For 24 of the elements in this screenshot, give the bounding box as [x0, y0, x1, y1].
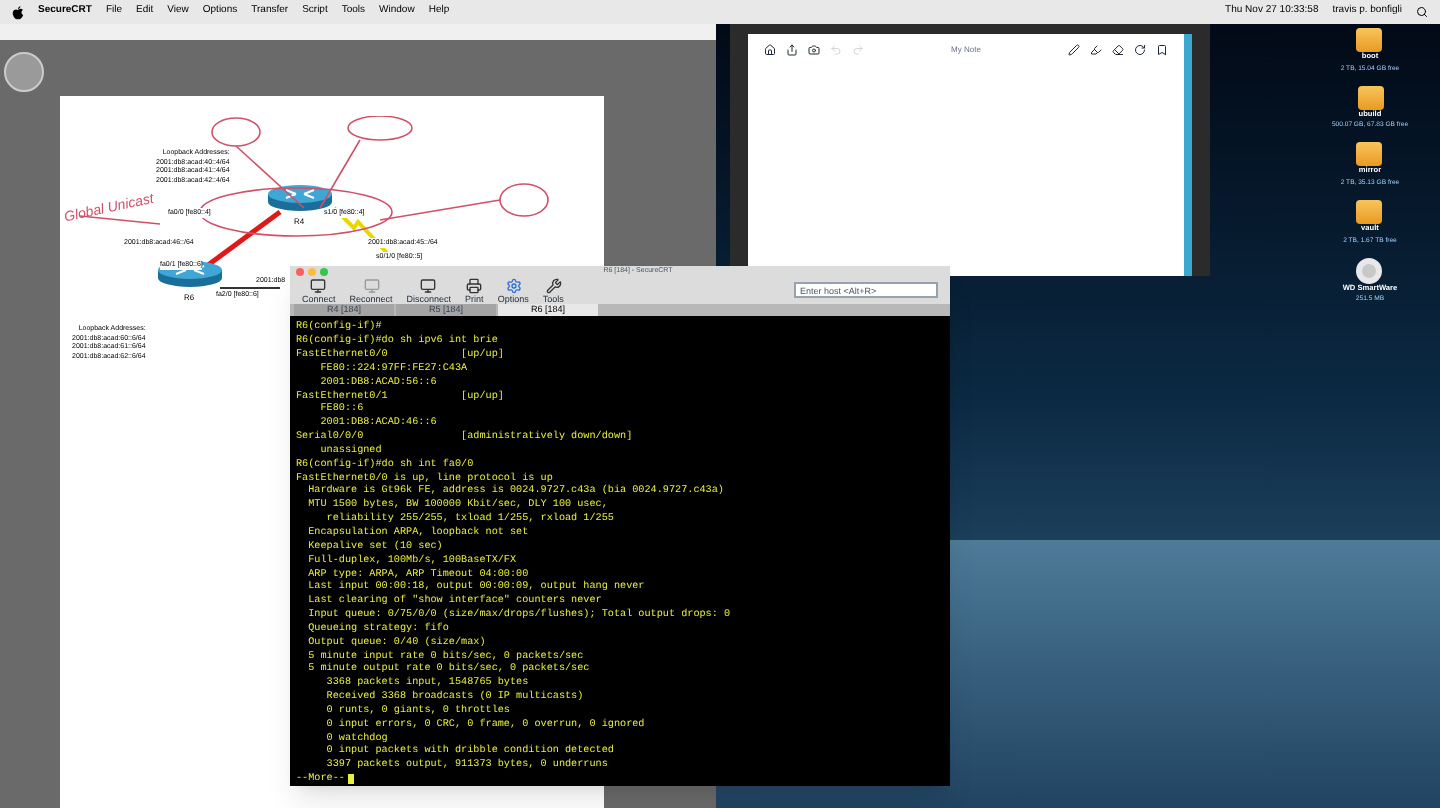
cursor: [348, 774, 355, 785]
toolbar-icon: [545, 277, 562, 294]
logo-icon: [4, 52, 44, 92]
toolbar-icon: [505, 277, 522, 294]
toolbar-icon[interactable]: [1156, 44, 1168, 56]
toolbar-icon[interactable]: [764, 44, 776, 56]
toolbar-icon[interactable]: [1134, 44, 1146, 56]
toolbar-icon: [310, 277, 327, 294]
link-line: [220, 284, 280, 292]
toolbar-icon: [466, 277, 483, 294]
search-icon[interactable]: [1416, 6, 1428, 18]
drive-icon[interactable]: [1356, 142, 1383, 167]
drive-icon[interactable]: [1357, 85, 1383, 110]
toolbar-icon[interactable]: [808, 44, 820, 56]
toolbar-icon[interactable]: [1090, 44, 1102, 56]
drive-icon[interactable]: [1356, 199, 1383, 224]
router-icon: [266, 184, 334, 212]
drive-icon[interactable]: [1356, 28, 1383, 52]
toolbar-icon[interactable]: [1112, 44, 1124, 56]
toolbar-icon: [363, 277, 380, 294]
toolbar-icon[interactable]: [1068, 44, 1080, 56]
toolbar-icon: [420, 277, 437, 294]
toolbar-icon[interactable]: [786, 44, 798, 56]
apple-icon: [12, 5, 24, 19]
